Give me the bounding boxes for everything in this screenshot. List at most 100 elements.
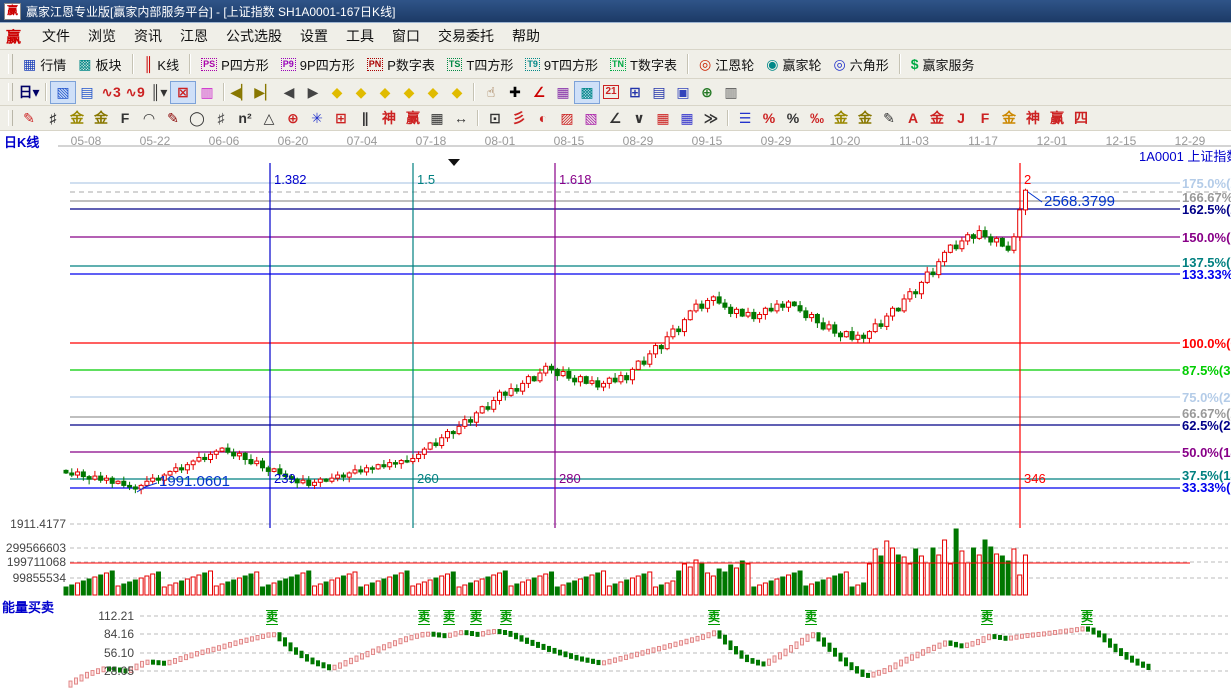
gann-box-tool[interactable]: ▦ (551, 82, 575, 103)
ink-pen[interactable]: ✎ (877, 108, 901, 129)
gann-wheel-button[interactable]: ◎江恩轮 (693, 53, 760, 76)
toolbar-grip[interactable] (8, 110, 13, 127)
fan-grid[interactable]: ▨ (555, 108, 579, 129)
last-page[interactable]: ▶▏ (253, 82, 277, 103)
winner-wheel-button[interactable]: ◉赢家轮 (760, 53, 827, 76)
arc-tool[interactable]: ◠ (137, 108, 161, 129)
n-square-tool[interactable]: n² (233, 108, 257, 129)
width-arrows[interactable]: ↔ (449, 108, 473, 129)
price-grid[interactable]: ▦ (651, 108, 675, 129)
grid-fan-2[interactable]: ▧ (579, 108, 603, 129)
parallel-lines[interactable]: ∥ (353, 108, 377, 129)
t-square-button[interactable]: TST四方形 (441, 53, 519, 76)
fibonacci-lines[interactable]: F (113, 108, 137, 129)
compress-vertical[interactable]: ◆ (421, 82, 445, 103)
memo-notes[interactable]: ▤ (647, 82, 671, 103)
wave-3[interactable]: ∿3 (99, 82, 123, 103)
menu-item-window[interactable]: 窗口 (383, 23, 429, 49)
toolbar-grip[interactable] (8, 54, 13, 74)
menu-item-trade-entrust[interactable]: 交易委托 (429, 23, 503, 49)
winner-service-button[interactable]: $赢家服务 (905, 53, 981, 76)
save-layout[interactable]: ▣ (671, 82, 695, 103)
prev-page[interactable]: ◀ (277, 82, 301, 103)
chart-canvas[interactable] (0, 131, 1231, 688)
fan-lines[interactable]: 彡 (507, 108, 531, 129)
si-angle[interactable]: 四 (1069, 108, 1093, 129)
gold-section-lines[interactable]: 金 (65, 108, 89, 129)
menu-item-file[interactable]: 文件 (33, 23, 79, 49)
calculator[interactable]: ⊞ (623, 82, 647, 103)
marker-pen[interactable]: ✎ (161, 108, 185, 129)
quotes-button[interactable]: ▦行情 (17, 53, 72, 76)
p-number-table-button[interactable]: PNP数字表 (361, 53, 441, 76)
next-page[interactable]: ▶ (301, 82, 325, 103)
sectors-button[interactable]: ▩板块 (72, 53, 127, 76)
menu-item-news[interactable]: 资讯 (125, 23, 171, 49)
menu-item-browse[interactable]: 浏览 (79, 23, 125, 49)
crosshair[interactable]: ✚ (503, 82, 527, 103)
zigzag-tool[interactable]: ∨ (627, 108, 651, 129)
candle-style-selector[interactable]: ║▾ (147, 82, 171, 103)
price-lines[interactable]: ♯ (209, 108, 233, 129)
gold-angle[interactable]: 金 (997, 108, 1021, 129)
volume-colors[interactable]: ▥ (195, 82, 219, 103)
web-export[interactable]: ⊕ (695, 82, 719, 103)
gold-red-tool[interactable]: 金 (925, 108, 949, 129)
almanac-calendar[interactable]: 21 (599, 82, 623, 103)
t-number-table-button[interactable]: TNT数字表 (604, 53, 683, 76)
theme-pattern[interactable]: ⊠ (171, 82, 195, 103)
percent-lines[interactable]: ‰ (805, 108, 829, 129)
time-cycle-circle[interactable]: ◯ (185, 108, 209, 129)
numbered-grid[interactable]: ▦ (425, 108, 449, 129)
ying-angle[interactable]: 赢 (1045, 108, 1069, 129)
expand-vertical[interactable]: ◆ (445, 82, 469, 103)
menu-item-gann[interactable]: 江恩 (171, 23, 217, 49)
pan-hand[interactable]: ☝ (479, 82, 503, 103)
gann-compass[interactable]: ⊕ (281, 108, 305, 129)
toolbar-grip[interactable] (8, 83, 13, 101)
menu-item-formula-stock-pick[interactable]: 公式选股 (217, 23, 291, 49)
percent-tool[interactable]: % (781, 108, 805, 129)
menu-item-tools[interactable]: 工具 (337, 23, 383, 49)
9t-square-button[interactable]: T99T四方形 (519, 53, 604, 76)
squeeze-left[interactable]: ◆ (325, 82, 349, 103)
9p-square-button[interactable]: P99P四方形 (275, 53, 361, 76)
j-angle[interactable]: J (949, 108, 973, 129)
shen-angle[interactable]: 神 (1021, 108, 1045, 129)
angle-measure[interactable]: ∠ (527, 82, 551, 103)
f-angle[interactable]: F (973, 108, 997, 129)
ying-grid[interactable]: 赢 (401, 108, 425, 129)
print[interactable]: ▥ (719, 82, 743, 103)
menu-item-help[interactable]: 帮助 (503, 23, 549, 49)
pie-fan[interactable]: ◐ (531, 108, 555, 129)
p-square-button[interactable]: PSP四方形 (195, 53, 275, 76)
hexagon-button[interactable]: ◎六角形 (827, 53, 894, 76)
gann-lines[interactable]: ♯ (41, 108, 65, 129)
draw-pen[interactable]: ✎ (17, 108, 41, 129)
period-selector[interactable]: 日▾ (17, 82, 41, 103)
compress-horizontal[interactable]: ◆ (397, 82, 421, 103)
angle-tool[interactable]: ∠ (603, 108, 627, 129)
gold-circle[interactable]: 金 (829, 108, 853, 129)
grid-box[interactable]: ⊞ (329, 108, 353, 129)
trend-lines[interactable]: ≫ (699, 108, 723, 129)
main-chart-view[interactable]: ▧ (51, 82, 75, 103)
info-view[interactable]: ▤ (75, 82, 99, 103)
wave-tool[interactable]: ▩ (575, 82, 599, 103)
first-page[interactable]: ◀▏ (229, 82, 253, 103)
kline-button[interactable]: ║K线 (138, 53, 186, 76)
squeeze-right[interactable]: ◆ (349, 82, 373, 103)
a-wave-tool[interactable]: A (901, 108, 925, 129)
menu-item-settings[interactable]: 设置 (291, 23, 337, 49)
percent-alert[interactable]: % (757, 108, 781, 129)
star-rays[interactable]: ✳ (305, 108, 329, 129)
gold-channel-lines[interactable]: 金 (89, 108, 113, 129)
gold-bands[interactable]: 金 (853, 108, 877, 129)
mirror-tool[interactable]: △ (257, 108, 281, 129)
expand-horizontal[interactable]: ◆ (373, 82, 397, 103)
wave-9[interactable]: ∿9 (123, 82, 147, 103)
shen-grid[interactable]: 神 (377, 108, 401, 129)
box-select[interactable]: ⊡ (483, 108, 507, 129)
time-grid[interactable]: ▦ (675, 108, 699, 129)
data-panel[interactable]: ☰ (733, 108, 757, 129)
